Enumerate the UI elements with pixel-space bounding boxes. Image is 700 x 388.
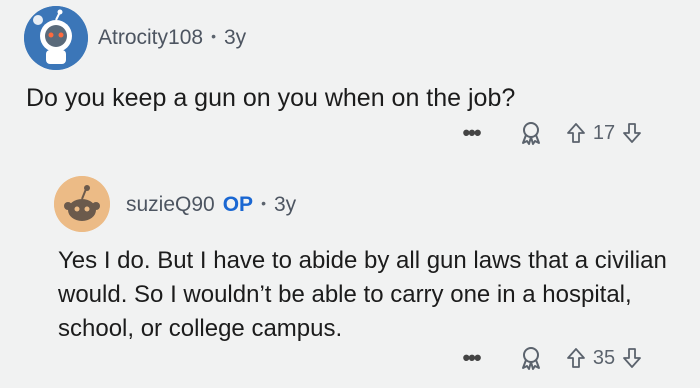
meta-separator: • [211,28,216,44]
award-icon [522,347,540,370]
downvote-arrow-icon [623,348,641,368]
award-icon [522,122,540,145]
more-options-icon: ••• [462,345,481,370]
snoo-astronaut-icon [24,6,88,70]
downvote-button[interactable] [620,121,644,145]
comment-actions: ••• 35 [456,343,644,373]
comment-meta: Atrocity108 • 3y [98,26,246,50]
user-avatar[interactable] [54,176,110,232]
more-options-button[interactable]: ••• [456,343,486,373]
comment-meta: suzieQ90 OP • 3y [126,193,296,217]
op-badge: OP [222,193,254,216]
comment-actions: ••• 17 [456,118,644,148]
more-options-icon: ••• [462,120,481,145]
more-options-button[interactable]: ••• [456,118,486,148]
award-button[interactable] [516,118,546,148]
comment-body: Do you keep a gun on you when on the job… [26,84,516,112]
upvote-arrow-icon [567,123,585,143]
vote-count: 17 [592,121,616,144]
upvote-arrow-icon [567,348,585,368]
downvote-arrow-icon [623,123,641,143]
username[interactable]: suzieQ90 [126,193,215,217]
user-avatar[interactable] [24,6,88,70]
vote-controls: 35 [564,346,644,370]
vote-controls: 17 [564,121,644,145]
comment-age: 3y [273,193,297,216]
vote-count: 35 [592,346,616,369]
comment-body: Yes I do. But I have to abide by all gun… [58,247,667,342]
upvote-button[interactable] [564,346,588,370]
award-button[interactable] [516,343,546,373]
meta-separator: • [261,195,266,211]
downvote-button[interactable] [620,346,644,370]
snoo-avatar-icon [54,176,110,232]
comment-age: 3y [223,26,247,49]
username[interactable]: Atrocity108 [98,26,203,50]
upvote-button[interactable] [564,121,588,145]
